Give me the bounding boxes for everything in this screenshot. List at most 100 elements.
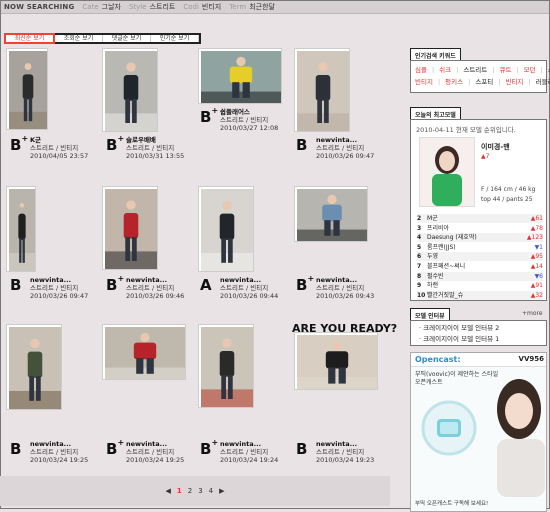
interview-item-label: 크레이지이이 모델 인터뷰 1	[423, 335, 500, 343]
rank-change: ▲95	[530, 253, 543, 261]
style-tags: 스트리트 / 빈티지	[126, 448, 175, 456]
uploader-name[interactable]: newvinta...	[126, 276, 184, 284]
keyword-link[interactable]: 빈티지	[415, 76, 433, 88]
photo-thumbnail[interactable]	[198, 48, 282, 104]
photo-thumbnail[interactable]	[102, 48, 158, 132]
uploader-name[interactable]: 쉽플래어스	[220, 108, 278, 116]
uploader-name[interactable]: newvinta...	[316, 440, 374, 448]
photo-thumbnail[interactable]	[294, 186, 368, 242]
page-link-1[interactable]: 1	[177, 487, 182, 495]
filter-codi-label: Codi	[183, 3, 199, 11]
photo-thumbnail[interactable]	[102, 186, 158, 270]
photo-meta: newvinta... 스트리트 / 빈티지 2010/03/24 19:24	[220, 440, 278, 464]
keyword-link[interactable]: 스트리트	[463, 64, 487, 76]
rank-row[interactable]: 5 룸프랜(JJS) ▼1	[417, 242, 543, 252]
top-model-stats-2: top 44 / pants 25	[481, 196, 533, 203]
uploader-name[interactable]: newvinta...	[220, 440, 278, 448]
keyword-link[interactable]: 쉬크	[439, 64, 451, 76]
interview-box: · 크레이지이이 모델 인터뷰 2 · 크레이지이이 모델 인터뷰 1	[410, 320, 547, 346]
page-link-4[interactable]: 4	[209, 487, 213, 495]
rank-row[interactable]: 3 프리비아 ▲78	[417, 223, 543, 233]
grade-letter: B	[106, 136, 118, 154]
rank-number: 4	[417, 234, 422, 242]
top-model-photo[interactable]	[419, 137, 475, 207]
rank-model-name: M군	[427, 215, 438, 222]
photo-thumbnail[interactable]	[6, 324, 62, 410]
uploader-name[interactable]: newvinta...	[316, 136, 374, 144]
photo-thumbnail[interactable]	[198, 324, 254, 408]
upload-date: 2010/03/31 13:55	[126, 152, 185, 160]
rank-row[interactable]: 4 Daesung (재호딱) ▲123	[417, 233, 543, 243]
rank-change: ▼1	[534, 243, 543, 251]
filter-style-value[interactable]: 스트리트	[150, 2, 176, 12]
tab-popular[interactable]: 인기순 보기	[151, 35, 199, 42]
grade-letter: B	[296, 276, 308, 294]
grade-badge: B	[296, 440, 307, 458]
rank-row[interactable]: 7 블프패션~써니 ▲14	[417, 262, 543, 271]
filter-cate-value[interactable]: 그날자	[102, 2, 121, 12]
prev-page-button[interactable]: ◀	[165, 487, 170, 495]
interview-item[interactable]: · 크레이지이이 모델 인터뷰 2	[419, 323, 538, 334]
photo-thumbnail[interactable]	[6, 48, 48, 130]
grade-plus: +	[211, 106, 219, 115]
rank-row[interactable]: 6 두영 ▲95	[417, 252, 543, 262]
page-link-3[interactable]: 3	[198, 487, 202, 495]
style-tags: 스트리트 / 빈티지	[30, 284, 79, 292]
rank-model-name: 펄수빈	[427, 272, 444, 280]
photo-thumbnail[interactable]	[6, 186, 36, 272]
filter-term-value[interactable]: 최근한달	[249, 2, 275, 12]
filter-codi-value[interactable]: 빈티지	[202, 2, 221, 12]
style-tags: 스트리트 / 빈티지	[30, 144, 79, 152]
uploader-name[interactable]: 슬로우배배	[126, 136, 184, 144]
rank-row[interactable]: 10 빨간거짓말_슈 ▲32	[417, 290, 543, 300]
rank-row[interactable]: 9 하랜 ▲91	[417, 281, 543, 291]
rank-change: ▲123	[526, 234, 543, 242]
uploader-name[interactable]: newvinta...	[30, 276, 88, 284]
keyword-link[interactable]: 펑키스	[445, 76, 463, 88]
photo-image	[105, 327, 185, 379]
keyword-link[interactable]: 심플	[415, 64, 427, 76]
interview-item-label: 크레이지이이 모델 인터뷰 2	[423, 324, 500, 332]
tab-comments[interactable]: 댓글순 보기	[103, 35, 151, 42]
rank-change: ▲91	[530, 282, 543, 290]
keyword-link[interactable]: 스포티	[475, 76, 493, 88]
photo-thumbnail[interactable]	[102, 324, 186, 380]
page-link-2[interactable]: 2	[188, 487, 192, 495]
grade-badge: B	[296, 136, 307, 154]
photo-meta: newvinta... 스트리트 / 빈티지 2010/03/26 09:44	[220, 276, 278, 300]
rank-model-name: 프리비아	[427, 224, 450, 232]
ad-device-image	[421, 400, 477, 456]
grade-letter: B	[296, 440, 308, 458]
rank-row[interactable]: 8 펄수빈 ▼6	[417, 271, 543, 281]
upload-date: 2010/03/26 09:47	[316, 152, 375, 160]
uploader-name[interactable]: newvinta...	[220, 276, 278, 284]
interview-more-link[interactable]: +more	[522, 310, 543, 317]
photo-meta: 쉽플래어스 스트리트 / 빈티지 2010/03/27 12:08	[220, 108, 278, 132]
uploader-name[interactable]: newvinta...	[126, 440, 184, 448]
photo-thumbnail[interactable]	[294, 332, 378, 390]
next-page-button[interactable]: ▶	[219, 487, 224, 495]
rank-number: 6	[417, 253, 422, 261]
photo-thumbnail[interactable]	[294, 48, 350, 132]
upload-date: 2010/03/26 09:43	[316, 292, 375, 300]
photo-thumbnail[interactable]	[198, 186, 254, 272]
keyword-link[interactable]: 큐트	[499, 64, 511, 76]
uploader-name[interactable]: newvinta...	[30, 440, 88, 448]
uploader-name[interactable]: newvinta...	[316, 276, 374, 284]
keyword-link[interactable]: 모던	[524, 64, 536, 76]
grade-badge: B+	[106, 134, 124, 154]
tab-latest[interactable]: 최신순 보기	[4, 33, 55, 44]
keyword-link[interactable]: 빈티지	[505, 76, 523, 88]
photo-image	[9, 189, 35, 271]
interview-item[interactable]: · 크레이지이이 모델 인터뷰 1	[419, 334, 538, 345]
rank-row[interactable]: 2 M군 ▲61	[417, 214, 543, 223]
top-model-name[interactable]: 이미경-맨	[481, 142, 510, 152]
rank-number: 5	[417, 243, 422, 251]
keyword-link[interactable]: 러블리	[536, 76, 550, 88]
opencast-ad-banner[interactable]: Opencast: VV956 부띡(voovic)이 제안하는 스타일 오픈캐…	[410, 352, 547, 512]
tab-views[interactable]: 조회순 보기	[55, 35, 103, 42]
rank-model-name: Daesung (재호딱)	[427, 234, 477, 242]
photo-caption: ARE YOU READY?	[292, 322, 398, 335]
rank-change: ▲61	[530, 215, 543, 222]
uploader-name[interactable]: K군	[30, 136, 88, 144]
